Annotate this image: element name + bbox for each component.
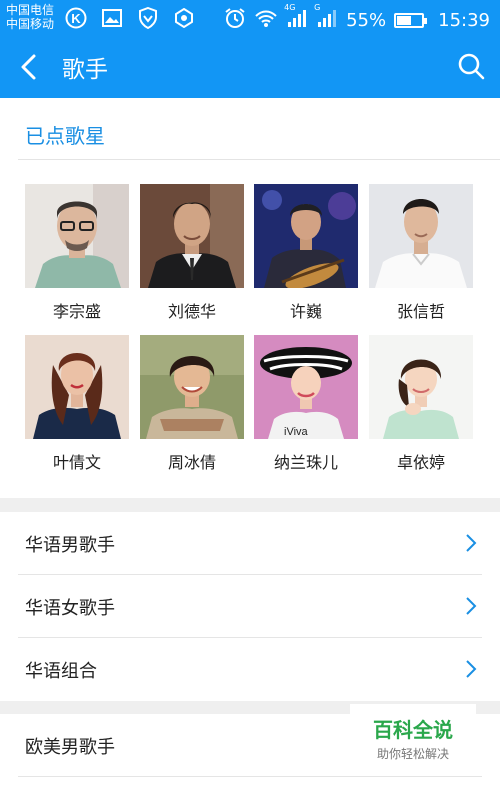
singer-photo — [25, 184, 129, 288]
image-icon — [100, 6, 124, 30]
category-item[interactable]: 华语组合 — [0, 638, 500, 701]
watermark-logo: 百科全说 助你轻松解决 — [350, 704, 476, 764]
category-list: 华语男歌手 华语女歌手 华语组合 — [0, 512, 500, 701]
singer-photo — [140, 184, 244, 288]
singer-card[interactable]: iViva 纳兰珠儿 — [253, 335, 359, 473]
search-icon[interactable] — [456, 51, 486, 81]
category-label: 华语女歌手 — [25, 597, 115, 619]
category-item[interactable]: 华语男歌手 — [0, 512, 500, 575]
singer-photo: iViva — [254, 335, 358, 439]
singer-name: 张信哲 — [396, 302, 445, 321]
chevron-right-icon — [466, 597, 477, 615]
carrier-2: 中国移动 — [6, 17, 55, 31]
status-bar: 中国电信 中国移动 K 4G G 55% 15:39 — [0, 0, 500, 36]
category-label: 华语组合 — [25, 660, 97, 682]
divider — [18, 159, 500, 160]
singer-name: 李宗盛 — [52, 302, 101, 321]
network-type-1: 4G — [284, 3, 296, 12]
section-title: 已点歌星 — [25, 124, 105, 148]
page-title: 歌手 — [62, 57, 108, 83]
singer-photo — [369, 335, 473, 439]
app-icon — [172, 6, 196, 30]
singer-name: 刘德华 — [167, 302, 216, 321]
category-label: 欧美男歌手 — [25, 736, 115, 758]
clock: 15:39 — [438, 10, 490, 31]
singer-photo — [140, 335, 244, 439]
chevron-right-icon — [466, 534, 477, 552]
wifi-icon — [254, 8, 278, 33]
singer-card[interactable]: 周冰倩 — [139, 335, 245, 473]
k-app-icon: K — [64, 6, 88, 30]
signal-icon-2: G — [314, 3, 338, 33]
singer-name: 叶倩文 — [52, 453, 101, 472]
singer-card[interactable]: 许巍 — [253, 184, 359, 322]
singer-name: 纳兰珠儿 — [273, 453, 338, 472]
singer-card[interactable]: 刘德华 — [139, 184, 245, 322]
svg-text:K: K — [71, 11, 81, 26]
singer-card[interactable]: 叶倩文 — [24, 335, 130, 473]
chevron-right-icon — [466, 660, 477, 678]
singer-card[interactable]: 卓依婷 — [368, 335, 474, 473]
singer-card[interactable]: 李宗盛 — [24, 184, 130, 322]
network-type-2: G — [314, 3, 321, 12]
battery-percent: 55% — [346, 10, 387, 31]
singer-name: 卓依婷 — [396, 453, 445, 472]
carrier-1: 中国电信 — [6, 3, 55, 17]
app-bar: 歌手 — [0, 36, 500, 98]
battery-icon — [394, 13, 428, 28]
svg-text:iViva: iViva — [284, 426, 309, 438]
singer-photo — [369, 184, 473, 288]
singer-photo — [25, 335, 129, 439]
back-arrow-icon[interactable] — [14, 51, 46, 83]
signal-icon-1: 4G — [284, 3, 308, 33]
alarm-icon — [224, 7, 246, 34]
singer-name: 许巍 — [289, 302, 322, 321]
vpn-shield-icon — [136, 6, 160, 30]
singer-name: 周冰倩 — [167, 453, 216, 472]
singer-card[interactable]: 张信哲 — [368, 184, 474, 322]
category-label: 华语男歌手 — [25, 534, 115, 556]
singer-photo — [254, 184, 358, 288]
carrier-labels: 中国电信 中国移动 — [6, 3, 54, 31]
row-divider — [18, 776, 482, 777]
watermark-subtitle: 助你轻松解决 — [376, 747, 449, 761]
category-item[interactable]: 华语女歌手 — [0, 575, 500, 638]
favorite-singers-panel: 已点歌星 李宗盛 刘德华 许巍 张信哲 叶倩文 周冰倩 iViva 纳兰珠儿 卓… — [0, 98, 500, 498]
watermark-title: 百科全说 — [373, 718, 453, 742]
